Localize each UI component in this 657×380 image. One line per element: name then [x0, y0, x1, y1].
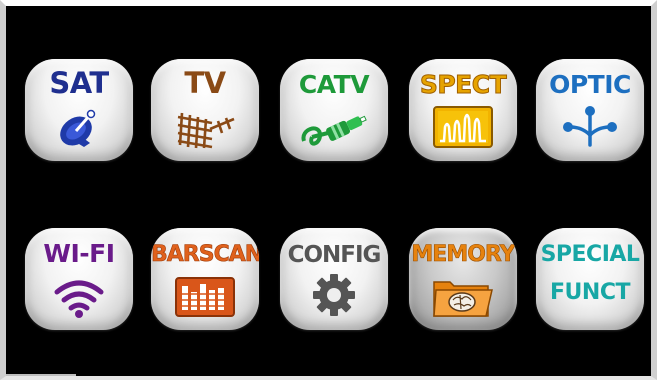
config-label: CONFIG	[287, 242, 382, 268]
config-button[interactable]: CONFIG	[280, 228, 388, 330]
barscan-bars-icon	[151, 276, 259, 322]
tv-label: TV	[184, 66, 226, 100]
catv-label: CATV	[298, 70, 370, 99]
instrument-screen: SAT TV CATV SPECT OPTIC WI-FI BARSCAN CO…	[0, 0, 657, 380]
special-label-line2: FUNCT	[550, 280, 630, 305]
coax-cable-icon	[280, 105, 388, 153]
special-label-line1: SPECIAL	[540, 242, 640, 267]
special-label: SPECIAL FUNCT	[536, 240, 644, 308]
satellite-dish-icon	[25, 105, 133, 153]
tv-antenna-icon	[151, 103, 259, 153]
tv-button[interactable]: TV	[151, 59, 259, 161]
wifi-icon	[25, 274, 133, 322]
sat-button[interactable]: SAT	[25, 59, 133, 161]
memory-button[interactable]: MEMORY	[409, 228, 517, 330]
gear-icon	[280, 272, 388, 322]
special-functions-button[interactable]: SPECIAL FUNCT	[536, 228, 644, 330]
catv-button[interactable]: CATV	[280, 59, 388, 161]
wifi-button[interactable]: WI-FI	[25, 228, 133, 330]
spect-button[interactable]: SPECT	[409, 59, 517, 161]
main-menu-grid: SAT TV CATV SPECT OPTIC WI-FI BARSCAN CO…	[6, 6, 651, 376]
barscan-label: BARSCAN	[151, 242, 259, 268]
barscan-button[interactable]: BARSCAN	[151, 228, 259, 330]
status-bar-indicator	[6, 374, 76, 376]
sat-label: SAT	[49, 66, 109, 100]
spect-label: SPECT	[419, 70, 507, 100]
optic-label: OPTIC	[549, 70, 631, 99]
wifi-label: WI-FI	[43, 239, 115, 268]
status-bar	[12, 367, 645, 372]
optical-splitter-icon	[536, 105, 644, 153]
spectrum-icon	[409, 105, 517, 153]
memory-label: MEMORY	[411, 242, 516, 268]
optic-button[interactable]: OPTIC	[536, 59, 644, 161]
memory-folder-icon	[409, 272, 517, 322]
